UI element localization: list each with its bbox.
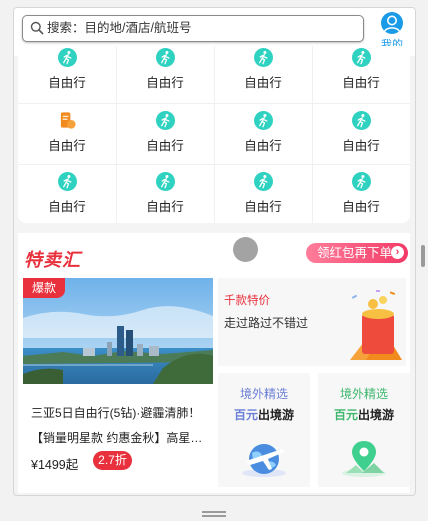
grid-item[interactable]: 自由行: [116, 164, 214, 225]
grid-item-label: 自由行: [244, 200, 282, 214]
overseas-subtitle: 百元出境游: [218, 406, 310, 423]
grid-item[interactable]: 自由行: [116, 103, 214, 164]
hiker-icon: [254, 172, 273, 191]
app-frame: 我的 自由行 自由行 自由行 自由行 自由行 自由行: [13, 7, 416, 496]
grid-item-label: 自由行: [244, 139, 282, 153]
hiker-icon: [254, 111, 273, 130]
resize-grip-icon[interactable]: [202, 511, 226, 519]
grid-item-label: 自由行: [48, 200, 86, 214]
hot-badge: 爆款: [23, 278, 65, 298]
floating-drag-dot[interactable]: [233, 237, 258, 262]
red-packet-icon: [350, 290, 402, 360]
overseas-prefix: 百元: [233, 408, 258, 422]
hiker-icon: [254, 48, 273, 67]
hiker-icon: [156, 111, 175, 130]
grid-item-label: 自由行: [146, 200, 184, 214]
featured-product-card[interactable]: 爆款 三亚5日自由行(5钻)·避霾清肺！ 【销量明星款 约惠金秋】高星… ¥14…: [23, 278, 213, 488]
search-box[interactable]: [22, 15, 364, 42]
grid-item[interactable]: 自由行: [214, 40, 312, 101]
grid-item-label: 自由行: [48, 139, 86, 153]
grid-item[interactable]: 自由行: [18, 164, 116, 225]
grid-item-label: 自由行: [48, 76, 86, 90]
chevron-right-icon: ›: [391, 246, 404, 259]
hiker-icon: [352, 111, 371, 130]
hiker-icon: [352, 48, 371, 67]
overseas-suffix: 出境游: [258, 408, 295, 422]
overseas-card[interactable]: 境外精选 百元出境游: [318, 373, 410, 487]
hiker-icon: [156, 172, 175, 191]
grid-item-label: 自由行: [244, 76, 282, 90]
discount-badge: 2.7折: [93, 451, 132, 470]
user-avatar-icon: [381, 12, 403, 34]
grid-item-label: 自由行: [146, 139, 184, 153]
deal-card[interactable]: 千款特价 走过路过不错过: [218, 278, 406, 366]
hiker-icon: [58, 172, 77, 191]
deal-subtitle: 走过路过不错过: [224, 316, 309, 330]
coupon-button-label: 领红包再下单: [317, 246, 393, 260]
overseas-subtitle: 百元出境游: [318, 406, 410, 423]
grid-item[interactable]: 自由行: [18, 103, 116, 164]
grid-item[interactable]: 自由行: [214, 164, 312, 225]
special-sale-section: 特卖汇 领红包再下单 › 爆款 三亚5日自由行(5钻)·避霾清肺！ 【销量明星款…: [18, 233, 410, 493]
overseas-suffix: 出境游: [358, 408, 395, 422]
scrollbar-thumb[interactable]: [421, 245, 425, 267]
grid-item[interactable]: 自由行: [214, 103, 312, 164]
overseas-title: 境外精选: [339, 387, 388, 401]
grid-item[interactable]: 自由行: [312, 40, 410, 101]
grid-item-label: 自由行: [342, 76, 380, 90]
grid-item-label: 自由行: [342, 139, 380, 153]
location-pin-icon: [342, 441, 386, 477]
overseas-title: 境外精选: [239, 387, 288, 401]
deal-title: 千款特价: [224, 295, 270, 307]
category-grid: 自由行 自由行 自由行 自由行 自由行 自由行 自由行 自由行 自由行 自由行 …: [18, 46, 410, 223]
document-icon: [60, 112, 76, 129]
grid-item[interactable]: 自由行: [312, 103, 410, 164]
grid-item[interactable]: 自由行: [312, 164, 410, 225]
globe-plane-icon: [242, 444, 286, 477]
overseas-card[interactable]: 境外精选 百元出境游: [218, 373, 310, 487]
overseas-prefix: 百元: [333, 408, 358, 422]
hiker-icon: [156, 48, 175, 67]
search-input[interactable]: [47, 19, 352, 37]
hiker-icon: [58, 48, 77, 67]
hiker-icon: [352, 172, 371, 191]
grid-item[interactable]: 自由行: [116, 40, 214, 101]
grid-item[interactable]: 自由行: [18, 40, 116, 101]
product-subtitle: 【销量明星款 约惠金秋】高星…: [31, 431, 203, 445]
product-price: ¥1499起: [31, 458, 79, 472]
special-sale-title: 特卖汇: [24, 250, 81, 270]
grid-item-label: 自由行: [342, 200, 380, 214]
product-title: 三亚5日自由行(5钻)·避霾清肺！: [31, 406, 201, 420]
coupon-button[interactable]: 领红包再下单 ›: [306, 243, 408, 263]
grid-item-label: 自由行: [146, 76, 184, 90]
search-icon: [30, 21, 44, 35]
product-photo: 爆款: [23, 278, 213, 384]
